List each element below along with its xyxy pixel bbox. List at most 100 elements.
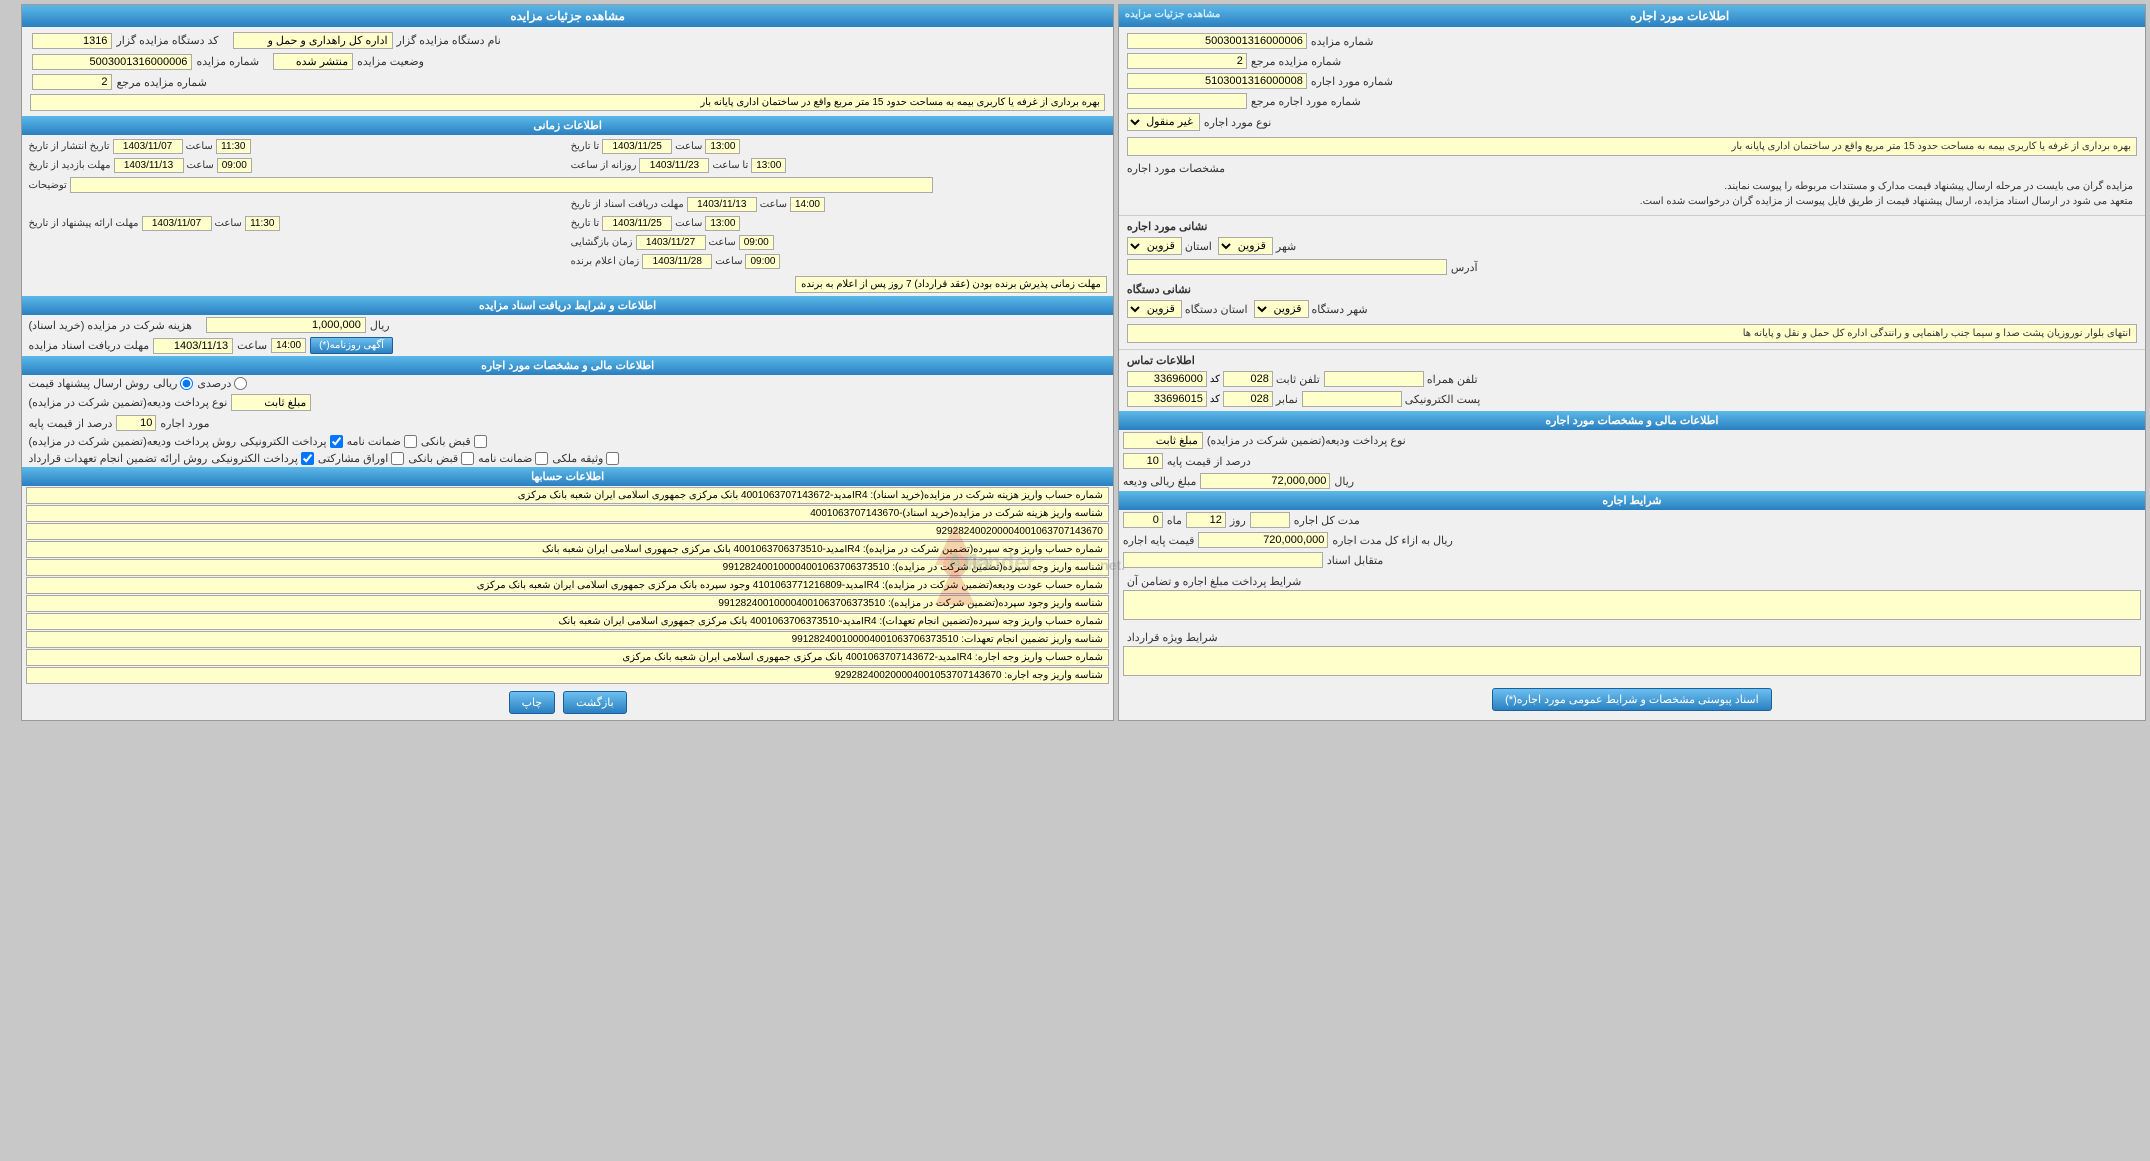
vaziat-value: منتشر شده	[273, 53, 353, 70]
percent-radio-label: درصدی	[197, 377, 231, 390]
motaghabel-row: متقابل اسناد	[1119, 550, 2145, 570]
zamani-grid: 13:00 ساعت 1403/11/25 تا تاریخ 11:30 ساع…	[22, 135, 1112, 273]
etelaat-label: اطلاعات تماس	[1127, 354, 1195, 367]
type-select[interactable]: غیر منقول	[1127, 113, 1200, 131]
address-input[interactable]	[1127, 259, 1447, 275]
fax-number-input[interactable]	[1127, 391, 1207, 407]
zamanat2-label: ضمانت نامه	[478, 452, 532, 465]
enteshar-ta-row: 13:00 ساعت 1403/11/25 تا تاریخ	[569, 138, 1109, 155]
percent-base-input[interactable]	[116, 415, 156, 431]
sharait-gharardad-textarea[interactable]	[1123, 646, 2141, 676]
ostan-dastgah-select[interactable]: قزوین	[1127, 300, 1182, 318]
zamanat2-checkbox[interactable]	[535, 452, 548, 465]
back-button[interactable]: بازگشت	[563, 691, 627, 714]
code-value: 1316	[32, 33, 112, 49]
account-row-9: شناسه واریز تضمین انجام تعهدات: 99128240…	[26, 631, 1108, 648]
fax-email-row: پست الکترونیکی نمابر کد	[1123, 389, 2141, 409]
modat-rooz-input[interactable]	[1250, 512, 1290, 528]
tel-number-input[interactable]	[1127, 371, 1207, 387]
ejare-number-input[interactable]	[1127, 73, 1307, 89]
ostan-select[interactable]: قزوین	[1127, 237, 1182, 255]
saat-label1: ساعت	[675, 141, 702, 152]
ravesh-ejra-row: وثیقه ملکی ضمانت نامه قبض بانکی اوراق مش…	[22, 450, 1112, 467]
account-row-6: شماره حساب عودت ودیعه(تضمین شرکت در مزای…	[26, 577, 1108, 594]
agahi-btn[interactable]: آگهی روزنامه(*)	[310, 337, 393, 354]
mablagh-input[interactable]	[1200, 473, 1330, 489]
saat-label5: ساعت	[760, 199, 787, 210]
tel-code-input[interactable]	[1223, 371, 1273, 387]
financial-title: اطلاعات مالی و مشخصات مورد اجاره	[1119, 411, 2145, 430]
mahlet-daryaft-asnad-saat: 14:00	[271, 338, 306, 353]
fax-group: نمابر کد	[1127, 391, 1298, 407]
main-container: اطلاعات مورد اجاره مشاهده جزئیات مزایده …	[0, 0, 2150, 725]
tozih-row: توضیحات	[26, 176, 1108, 194]
ostan-dastgah-row: شهر دستگاه قزوین استان دستگاه قزوین	[1123, 298, 2141, 320]
account-row-4: شماره حساب واریز وجه سپرده(تضمین شرکت در…	[26, 541, 1108, 558]
shahr-select[interactable]: قزوین	[1218, 237, 1273, 255]
mah-label: ماه	[1167, 514, 1182, 527]
mahlet-pish-az-row: 11:30 ساعت 1403/11/07 مهلت ارائه پیشنهاد…	[26, 215, 566, 232]
sharait-gharardad-label: شرایط ویژه قرارداد	[1127, 631, 1218, 644]
zamanat2-check-group: ضمانت نامه	[478, 452, 548, 465]
mahlet-daryaft-asnad-row: آگهی روزنامه(*) 14:00 ساعت 1403/11/13 مه…	[22, 335, 1112, 356]
footer-button[interactable]: اسناد پیوستی مشخصات و شرایط عمومی مورد ا…	[1492, 688, 1772, 711]
print-button[interactable]: چاپ	[509, 691, 556, 714]
tel-hamrah-input[interactable]	[1324, 371, 1424, 387]
mahlet-baz-ta-label-disp: روزانه از ساعت	[571, 160, 637, 171]
cash2-checkbox[interactable]	[461, 452, 474, 465]
enteshar-az-value: 1403/11/07	[113, 139, 183, 154]
note2-text: متعهد می شود در ارسال اسناد مزایده، ارسا…	[1127, 194, 2137, 209]
hazie-label: هزینه شرکت در مزایده (خرید اسناد)	[28, 319, 191, 332]
ejare-number-label: شماره مورد اجاره	[1311, 75, 1393, 88]
shahr-dastgah-select[interactable]: قزوین	[1254, 300, 1309, 318]
zaman-barande-row: 09:00 ساعت 1403/11/28 زمان اعلام برنده	[569, 253, 1109, 270]
sharait-gharardad-container: شرایط ویژه قرارداد	[1119, 626, 2145, 682]
zamanat-checkbox[interactable]	[404, 435, 417, 448]
cash-check-group: قبض بانکی	[421, 435, 487, 448]
sharait-amanat-textarea[interactable]	[1123, 590, 2141, 620]
tel-fixed-group: تلفن ثابت کد	[1127, 371, 1320, 387]
mosharekati-checkbox[interactable]	[391, 452, 404, 465]
gheymat-input[interactable]	[1198, 532, 1328, 548]
sanad-checkbox[interactable]	[606, 452, 619, 465]
description-text: بهره برداری از غرفه یا کاربری بیمه به مس…	[1127, 137, 2137, 156]
percent-radio[interactable]	[234, 377, 247, 390]
email-input[interactable]	[1302, 391, 1402, 407]
left-panel-title: اطلاعات مورد اجاره مشاهده جزئیات مزایده	[1119, 5, 2145, 27]
mazayade-number-row: شماره مزایده	[1123, 31, 2141, 51]
mahlet-daryaft-date: 1403/11/13	[687, 197, 757, 212]
deposit-label: نوع پرداخت ودیعه(تضمین شرکت در مزایده)	[1207, 434, 1406, 447]
fax-code-input[interactable]	[1223, 391, 1273, 407]
mazayade-number-input[interactable]	[1127, 33, 1307, 49]
mal-ejare-title: اطلاعات مالی و مشخصات مورد اجاره	[22, 356, 1112, 375]
zaman-baz-value: 1403/11/27	[636, 235, 706, 250]
mablagh-row: ریال مبلغ ریالی ودیعه	[1119, 471, 2145, 491]
sharait-section: شرایط اجاره مدت کل اجاره روز ماه ریال به…	[1119, 491, 2145, 682]
left-footer: اسناد پیوستی مشخصات و شرایط عمومی مورد ا…	[1119, 682, 2145, 717]
tozih-label: توضیحات	[28, 180, 66, 191]
percent-input[interactable]	[1123, 453, 1163, 469]
saat-label3: تا ساعت	[712, 160, 748, 171]
tozih-input[interactable]	[70, 177, 933, 193]
modat-mah-input[interactable]	[1186, 512, 1226, 528]
cash-checkbox[interactable]	[474, 435, 487, 448]
left-link[interactable]: مشاهده جزئیات مزایده	[1125, 9, 1221, 20]
electronic2-checkbox[interactable]	[301, 452, 314, 465]
neshani-section: نشانی مورد اجاره شهر قزوین استان قزوین آ	[1119, 216, 2145, 279]
name-value: اداره کل راهداری و حمل و	[233, 32, 393, 49]
deposit-type-value: مبلغ ثابت	[231, 394, 311, 411]
address-dastgah-value: انتهای بلوار نوروزیان پشت صدا و سیما جنب…	[1127, 324, 2137, 343]
sharait-amanat-label-row: شرایط پرداخت مبلغ اجاره و تضامن آن	[1123, 573, 2141, 590]
electronic-checkbox[interactable]	[330, 435, 343, 448]
hesabha-title: اطلاعات حسابها	[22, 467, 1112, 486]
reference-number-input[interactable]	[1127, 53, 1247, 69]
reference-ejare-input[interactable]	[1127, 93, 1247, 109]
modat-sal-input[interactable]	[1123, 512, 1163, 528]
deposit-type-label: نوع پرداخت ودیعه(تضمین شرکت در مزایده)	[28, 396, 227, 409]
unit-radio[interactable]	[180, 377, 193, 390]
saat-label2: ساعت	[186, 141, 213, 152]
account-row-11: شناسه واریز وجه اجاره: 92928240020000400…	[26, 667, 1108, 684]
neshani-header: نشانی مورد اجاره	[1123, 218, 2141, 235]
motaghabel-input[interactable]	[1123, 552, 1323, 568]
sharait-amanat-label: شرایط پرداخت مبلغ اجاره و تضامن آن	[1127, 575, 1302, 588]
